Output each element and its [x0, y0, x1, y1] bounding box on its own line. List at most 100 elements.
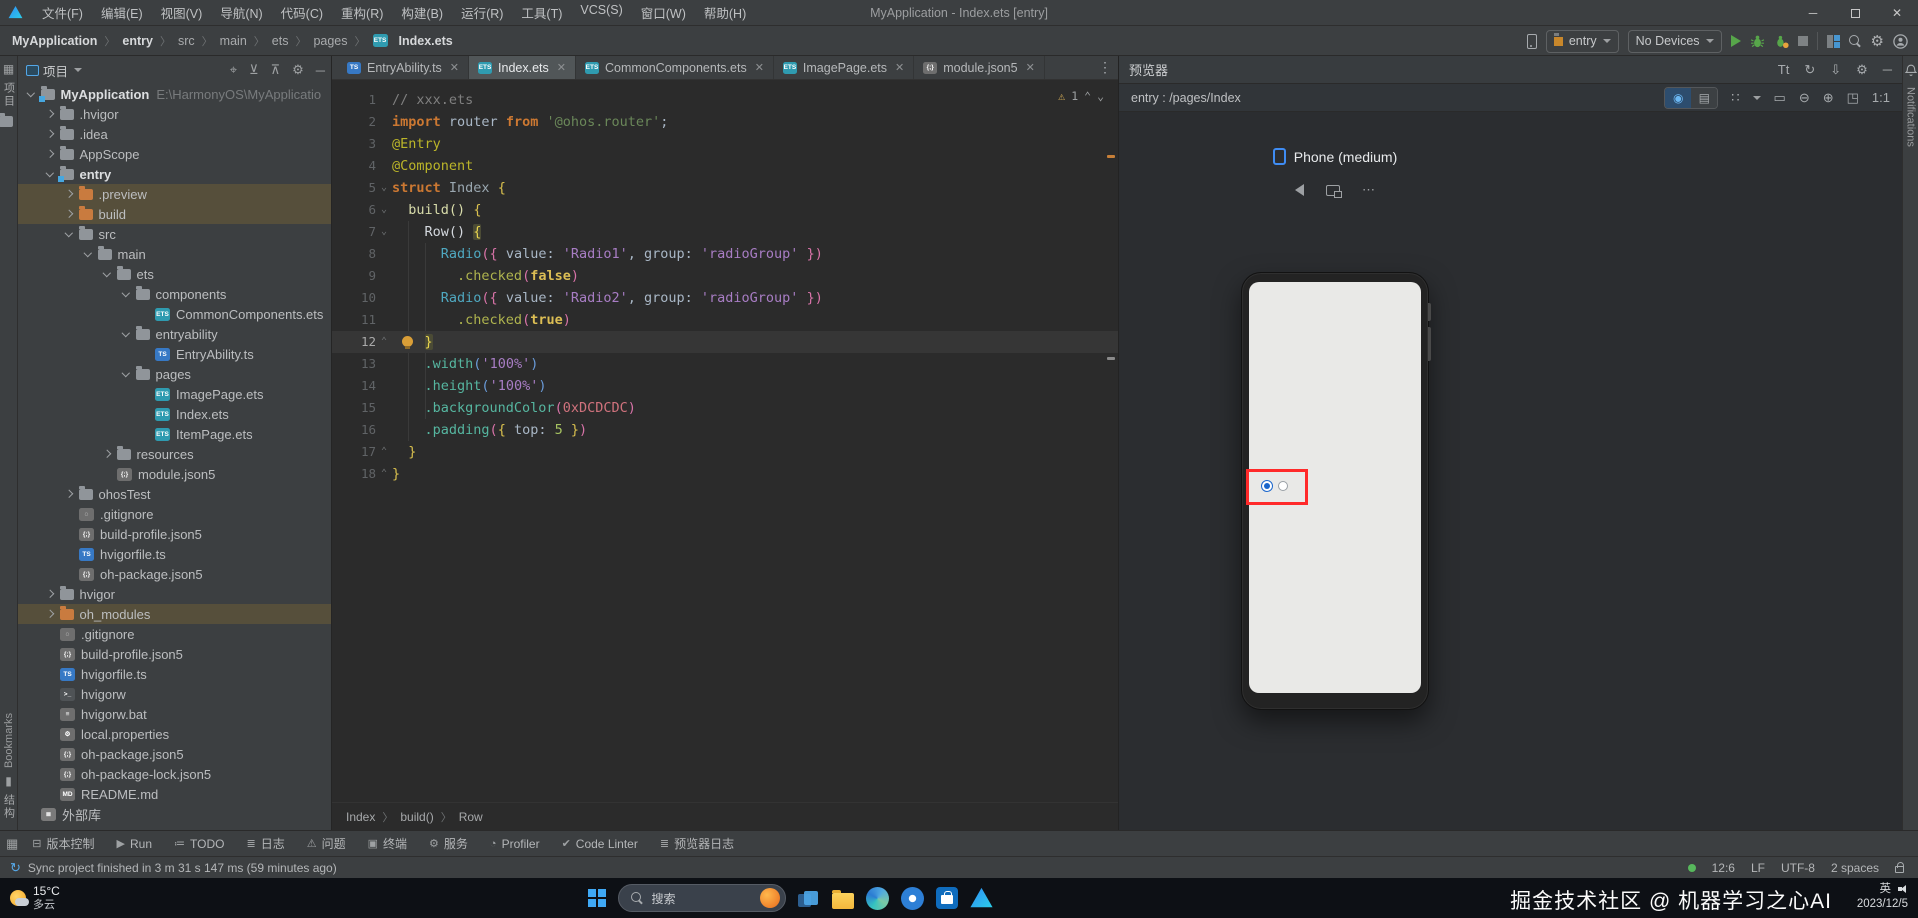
chevron-collapsed-icon[interactable]: [64, 190, 73, 198]
notifications-bell-icon[interactable]: [1904, 64, 1917, 77]
previewer-title[interactable]: 预览器: [1129, 60, 1168, 79]
module-selector[interactable]: entry: [1545, 29, 1619, 53]
run-button[interactable]: [1730, 35, 1741, 47]
tree-item-module-json5[interactable]: {;} module.json5: [18, 464, 331, 484]
tree-item-main[interactable]: main: [18, 244, 331, 264]
editor-tab-index-ets[interactable]: ETS Index.ets ✕: [469, 56, 576, 79]
project-panel-title[interactable]: 项目: [43, 61, 68, 80]
sidebar-tab-bookmarks[interactable]: Bookmarks: [3, 713, 15, 768]
breadcrumb-item[interactable]: src: [178, 34, 195, 48]
device-manager-icon[interactable]: [1526, 33, 1537, 49]
chevron-expanded-icon[interactable]: [102, 268, 111, 277]
tree-item-entry[interactable]: entry: [18, 164, 331, 184]
menu-item[interactable]: 窗口(W): [632, 3, 695, 22]
microsoft-store-icon[interactable]: [935, 887, 958, 909]
chevron-collapsed-icon[interactable]: [45, 110, 54, 118]
tree-item-local-properties[interactable]: ⚙ local.properties: [18, 724, 331, 744]
sidebar-tab-notifications[interactable]: Notifications: [1905, 87, 1917, 147]
chevron-collapsed-icon[interactable]: [64, 210, 73, 218]
menu-item[interactable]: 代码(C): [272, 3, 332, 22]
toolwindow-button-todo[interactable]: ≔ TODO: [174, 837, 224, 851]
tree-item-myapplication[interactable]: MyApplication E:\HarmonyOS\MyApplicatio: [18, 84, 331, 104]
toolwindow-button-profiler[interactable]: ◔ Profiler: [490, 837, 540, 851]
tree-item-ets[interactable]: ets: [18, 264, 331, 284]
tool-window-switcher-icon[interactable]: ▦: [6, 836, 18, 852]
toolwindow-button---[interactable]: ▣ 终端: [368, 835, 407, 852]
tree-item-index-ets[interactable]: ETS Index.ets: [18, 404, 331, 424]
editor-breadcrumb-item[interactable]: Index: [346, 810, 375, 824]
taskbar-search-box[interactable]: 搜索: [617, 884, 786, 912]
menu-item[interactable]: 编辑(E): [92, 3, 152, 22]
tree-item-pages[interactable]: pages: [18, 364, 331, 384]
menu-item[interactable]: 重构(R): [332, 3, 392, 22]
chevron-collapsed-icon[interactable]: [45, 150, 54, 158]
zoom-in-icon[interactable]: ⊕: [1823, 90, 1834, 106]
fold-end-icon[interactable]: ⌃: [376, 331, 392, 353]
chevron-expanded-icon[interactable]: [83, 248, 92, 257]
folder-tab-icon[interactable]: [0, 113, 13, 127]
taskbar-tray[interactable]: 英 2023/12/5: [1857, 882, 1908, 912]
hide-previewer-icon[interactable]: ─: [1883, 62, 1892, 77]
hide-panel-icon[interactable]: ─: [316, 63, 325, 78]
zoom-ratio-label[interactable]: 1:1: [1872, 90, 1890, 105]
start-button[interactable]: [588, 889, 606, 907]
editor-tab-module-json5[interactable]: {;} module.json5 ✕: [914, 56, 1045, 79]
chevron-collapsed-icon[interactable]: [102, 450, 111, 458]
code-line-17[interactable]: 17 ⌃ }: [332, 441, 1118, 463]
toolwindow-button---[interactable]: ⚙ 服务: [429, 835, 468, 852]
file-explorer-icon[interactable]: [831, 889, 854, 909]
toolwindow-button---[interactable]: ≣ 日志: [246, 835, 284, 852]
font-scale-icon[interactable]: Tt: [1778, 62, 1790, 77]
account-avatar-icon[interactable]: [1893, 33, 1908, 49]
profile-button[interactable]: [1774, 34, 1789, 49]
breadcrumb-item[interactable]: entry: [122, 34, 153, 48]
editor-tab-entryability-ts[interactable]: TS EntryAbility.ts ✕: [338, 56, 470, 79]
locate-file-icon[interactable]: ⌖: [230, 62, 237, 78]
device-selector[interactable]: No Devices: [1627, 29, 1722, 53]
chevron-collapsed-icon[interactable]: [45, 590, 54, 598]
sidebar-tab-structure[interactable]: 结构: [1, 794, 17, 820]
tab-close-icon[interactable]: ✕: [755, 61, 764, 74]
tree-item-components[interactable]: components: [18, 284, 331, 304]
search-everywhere-icon[interactable]: [1848, 34, 1862, 48]
code-line-9[interactable]: 9 .checked(false): [332, 265, 1118, 287]
tree-item--hvigor[interactable]: .hvigor: [18, 104, 331, 124]
tree-item-ohostest[interactable]: ohosTest: [18, 484, 331, 504]
layers-icon[interactable]: ▤: [1691, 87, 1718, 108]
tree-item-resources[interactable]: resources: [18, 444, 331, 464]
taskbar-weather-widget[interactable]: 15°C 多云: [10, 884, 60, 911]
previewer-settings-icon[interactable]: ⚙: [1856, 62, 1868, 78]
tree-item-src[interactable]: src: [18, 224, 331, 244]
chevron-collapsed-icon[interactable]: [45, 130, 54, 138]
tree-item-readme-md[interactable]: MD README.md: [18, 784, 331, 804]
menu-item[interactable]: 导航(N): [211, 3, 271, 22]
tree-item-hvigorw[interactable]: >_ hvigorw: [18, 684, 331, 704]
tab-close-icon[interactable]: ✕: [557, 61, 566, 74]
caret-position[interactable]: 12:6: [1712, 861, 1735, 875]
tree-item-oh-package-json5[interactable]: {;} oh-package.json5: [18, 564, 331, 584]
code-line-16[interactable]: 16 .padding({ top: 5 }): [332, 419, 1118, 441]
editor-tab-imagepage-ets[interactable]: ETS ImagePage.ets ✕: [774, 56, 915, 79]
tab-close-icon[interactable]: ✕: [895, 61, 904, 74]
tree-item-hvigor[interactable]: hvigor: [18, 584, 331, 604]
file-encoding[interactable]: UTF-8: [1781, 861, 1815, 875]
chevron-collapsed-icon[interactable]: [64, 490, 73, 498]
component-inspector-icon[interactable]: ◉: [1665, 87, 1692, 108]
line-ending[interactable]: LF: [1751, 861, 1765, 875]
code-line-4[interactable]: 4 @Component: [332, 155, 1118, 177]
code-line-18[interactable]: 18 ⌃}: [332, 463, 1118, 485]
breadcrumb-item[interactable]: pages: [313, 34, 347, 48]
tree-item-oh-package-json5[interactable]: {;} oh-package.json5: [18, 744, 331, 764]
code-line-2[interactable]: 2 import router from '@ohos.router';: [332, 111, 1118, 133]
debug-button[interactable]: [1750, 34, 1765, 49]
maximize-button[interactable]: [1834, 0, 1876, 26]
menu-item[interactable]: 运行(R): [452, 3, 512, 22]
chevron-down-icon[interactable]: [1752, 95, 1761, 100]
breadcrumb-item[interactable]: ets: [272, 34, 289, 48]
deveco-studio-icon[interactable]: [970, 887, 993, 908]
chevron-expanded-icon[interactable]: [121, 288, 130, 297]
tab-close-icon[interactable]: ✕: [450, 61, 459, 74]
code-line-8[interactable]: 8 Radio({ value: 'Radio1', group: 'radio…: [332, 243, 1118, 265]
tree-item-imagepage-ets[interactable]: ETS ImagePage.ets: [18, 384, 331, 404]
collapse-all-icon[interactable]: ⊼: [271, 62, 281, 78]
